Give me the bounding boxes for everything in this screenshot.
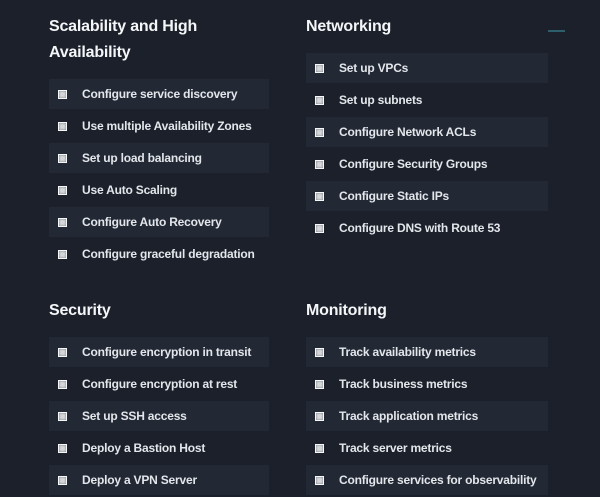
checkbox-icon[interactable] (315, 128, 324, 137)
checklist-item[interactable]: Configure encryption in transit (49, 337, 269, 367)
checklist-item-label: Configure encryption in transit (82, 345, 251, 359)
section-scalability: Scalability and High Availability Config… (49, 14, 269, 271)
checkbox-icon[interactable] (315, 224, 324, 233)
checkbox-icon[interactable] (315, 380, 324, 389)
checklist-item[interactable]: Configure services for observability (306, 465, 548, 495)
checkbox-icon[interactable] (58, 218, 67, 227)
checklist-board: Scalability and High Availability Config… (0, 0, 600, 497)
checklist-monitoring: Track availability metrics Track busines… (306, 337, 548, 495)
checklist-item-label: Configure encryption at rest (82, 377, 237, 391)
checklist-item-label: Configure DNS with Route 53 (339, 221, 500, 235)
checkbox-icon[interactable] (315, 444, 324, 453)
checklist-item[interactable]: Configure Security Groups (306, 149, 548, 179)
checkbox-icon[interactable] (315, 348, 324, 357)
checklist-item[interactable]: Track application metrics (306, 401, 548, 431)
checklist-item[interactable]: Track availability metrics (306, 337, 548, 367)
checkbox-icon[interactable] (58, 186, 67, 195)
checkbox-icon[interactable] (58, 250, 67, 259)
checkbox-icon[interactable] (58, 412, 67, 421)
checklist-item[interactable]: Configure encryption at rest (49, 369, 269, 399)
checklist-item[interactable]: Deploy a Bastion Host (49, 433, 269, 463)
checklist-scalability: Configure service discovery Use multiple… (49, 79, 269, 269)
checkbox-icon[interactable] (315, 96, 324, 105)
checklist-item[interactable]: Use Auto Scaling (49, 175, 269, 205)
checklist-item-label: Configure Static IPs (339, 189, 449, 203)
checklist-item-label: Deploy a VPN Server (82, 473, 197, 487)
checklist-item-label: Track business metrics (339, 377, 467, 391)
checklist-item[interactable]: Configure Network ACLs (306, 117, 548, 147)
checklist-item[interactable]: Use multiple Availability Zones (49, 111, 269, 141)
checklist-item[interactable]: Set up subnets (306, 85, 548, 115)
section-title-scalability: Scalability and High Availability (49, 14, 269, 66)
checklist-item-label: Configure Network ACLs (339, 125, 476, 139)
checklist-security: Configure encryption in transit Configur… (49, 337, 269, 495)
checkbox-icon[interactable] (58, 380, 67, 389)
checklist-item[interactable]: Set up VPCs (306, 53, 548, 83)
section-security: Security Configure encryption in transit… (49, 298, 269, 497)
checkbox-icon[interactable] (58, 90, 67, 99)
checklist-item[interactable]: Configure DNS with Route 53 (306, 213, 548, 243)
checklist-item-label: Configure Security Groups (339, 157, 487, 171)
checklist-item[interactable]: Set up load balancing (49, 143, 269, 173)
checkbox-icon[interactable] (58, 476, 67, 485)
checklist-item-label: Use multiple Availability Zones (82, 119, 252, 133)
section-networking: Networking Set up VPCs Set up subnets Co… (306, 14, 548, 271)
checklist-item-label: Configure Auto Recovery (82, 215, 222, 229)
checkbox-icon[interactable] (315, 64, 324, 73)
checkbox-icon[interactable] (58, 122, 67, 131)
checklist-item[interactable]: Track server metrics (306, 433, 548, 463)
checklist-item-label: Set up subnets (339, 93, 422, 107)
teal-dash-indicator (548, 30, 565, 32)
checklist-item[interactable]: Deploy a VPN Server (49, 465, 269, 495)
section-monitoring: Monitoring Track availability metrics Tr… (306, 298, 548, 497)
checkbox-icon[interactable] (315, 476, 324, 485)
checkbox-icon[interactable] (58, 444, 67, 453)
checklist-page: { "page": { "background_color": "#1b202a… (0, 0, 600, 452)
section-title-monitoring: Monitoring (306, 298, 548, 324)
checklist-item[interactable]: Set up SSH access (49, 401, 269, 431)
checklist-item-label: Track application metrics (339, 409, 478, 423)
checklist-item-label: Set up VPCs (339, 61, 408, 75)
checklist-item-label: Deploy a Bastion Host (82, 441, 205, 455)
checkbox-icon[interactable] (58, 154, 67, 163)
checklist-item[interactable]: Configure service discovery (49, 79, 269, 109)
checklist-item[interactable]: Configure Static IPs (306, 181, 548, 211)
section-title-security: Security (49, 298, 269, 324)
checklist-item-label: Set up SSH access (82, 409, 187, 423)
checklist-item[interactable]: Configure Auto Recovery (49, 207, 269, 237)
checklist-item-label: Use Auto Scaling (82, 183, 177, 197)
checkbox-icon[interactable] (315, 412, 324, 421)
checklist-item-label: Track availability metrics (339, 345, 476, 359)
checkbox-icon[interactable] (315, 192, 324, 201)
checklist-item-label: Configure service discovery (82, 87, 237, 101)
checklist-item[interactable]: Track business metrics (306, 369, 548, 399)
checklist-item-label: Configure services for observability (339, 473, 537, 487)
checklist-item-label: Configure graceful degradation (82, 247, 255, 261)
checkbox-icon[interactable] (58, 348, 67, 357)
checklist-item[interactable]: Configure graceful degradation (49, 239, 269, 269)
checklist-item-label: Set up load balancing (82, 151, 202, 165)
checklist-item-label: Track server metrics (339, 441, 452, 455)
section-title-networking: Networking (306, 14, 548, 40)
checkbox-icon[interactable] (315, 160, 324, 169)
checklist-networking: Set up VPCs Set up subnets Configure Net… (306, 53, 548, 243)
